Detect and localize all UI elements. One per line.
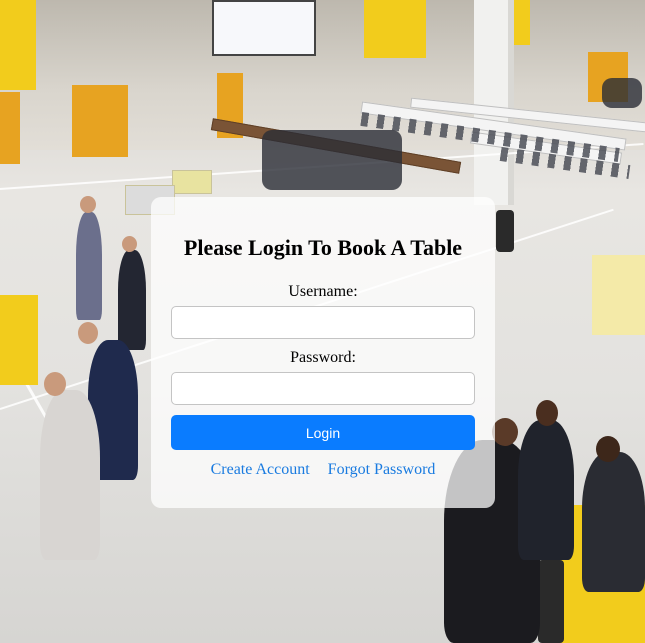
username-input[interactable] <box>171 306 475 339</box>
person <box>40 390 100 560</box>
login-button[interactable]: Login <box>171 415 475 450</box>
person-head <box>122 236 137 252</box>
projector-screen <box>212 0 316 56</box>
seat-cube <box>172 170 212 194</box>
person-head <box>492 418 518 446</box>
person-head <box>536 400 558 426</box>
password-input[interactable] <box>171 372 475 405</box>
person <box>582 452 645 592</box>
person <box>118 250 146 350</box>
person-head <box>80 196 96 213</box>
group-of-students <box>262 130 402 190</box>
yellow-seat <box>592 255 645 335</box>
forgot-password-link[interactable]: Forgot Password <box>328 461 436 478</box>
login-card: Please Login To Book A Table Username: P… <box>151 197 495 508</box>
login-title: Please Login To Book A Table <box>183 235 463 260</box>
yellow-wall-panel <box>512 0 530 45</box>
username-label: Username: <box>288 283 358 300</box>
person <box>76 212 102 320</box>
person-head <box>44 372 66 396</box>
person <box>518 420 574 560</box>
account-links: Create Account Forgot Password <box>151 460 495 479</box>
group-of-students <box>602 78 642 108</box>
create-account-link[interactable]: Create Account <box>211 461 310 478</box>
yellow-wall-panel <box>0 0 36 90</box>
door <box>0 92 20 164</box>
bin <box>538 560 564 643</box>
password-label: Password: <box>290 349 356 366</box>
person-head <box>596 436 620 462</box>
yellow-locker <box>0 295 38 385</box>
bin <box>496 210 514 252</box>
pillar <box>474 0 514 205</box>
yellow-wall-panel <box>364 0 426 58</box>
person-head <box>78 322 98 344</box>
door <box>72 85 128 157</box>
